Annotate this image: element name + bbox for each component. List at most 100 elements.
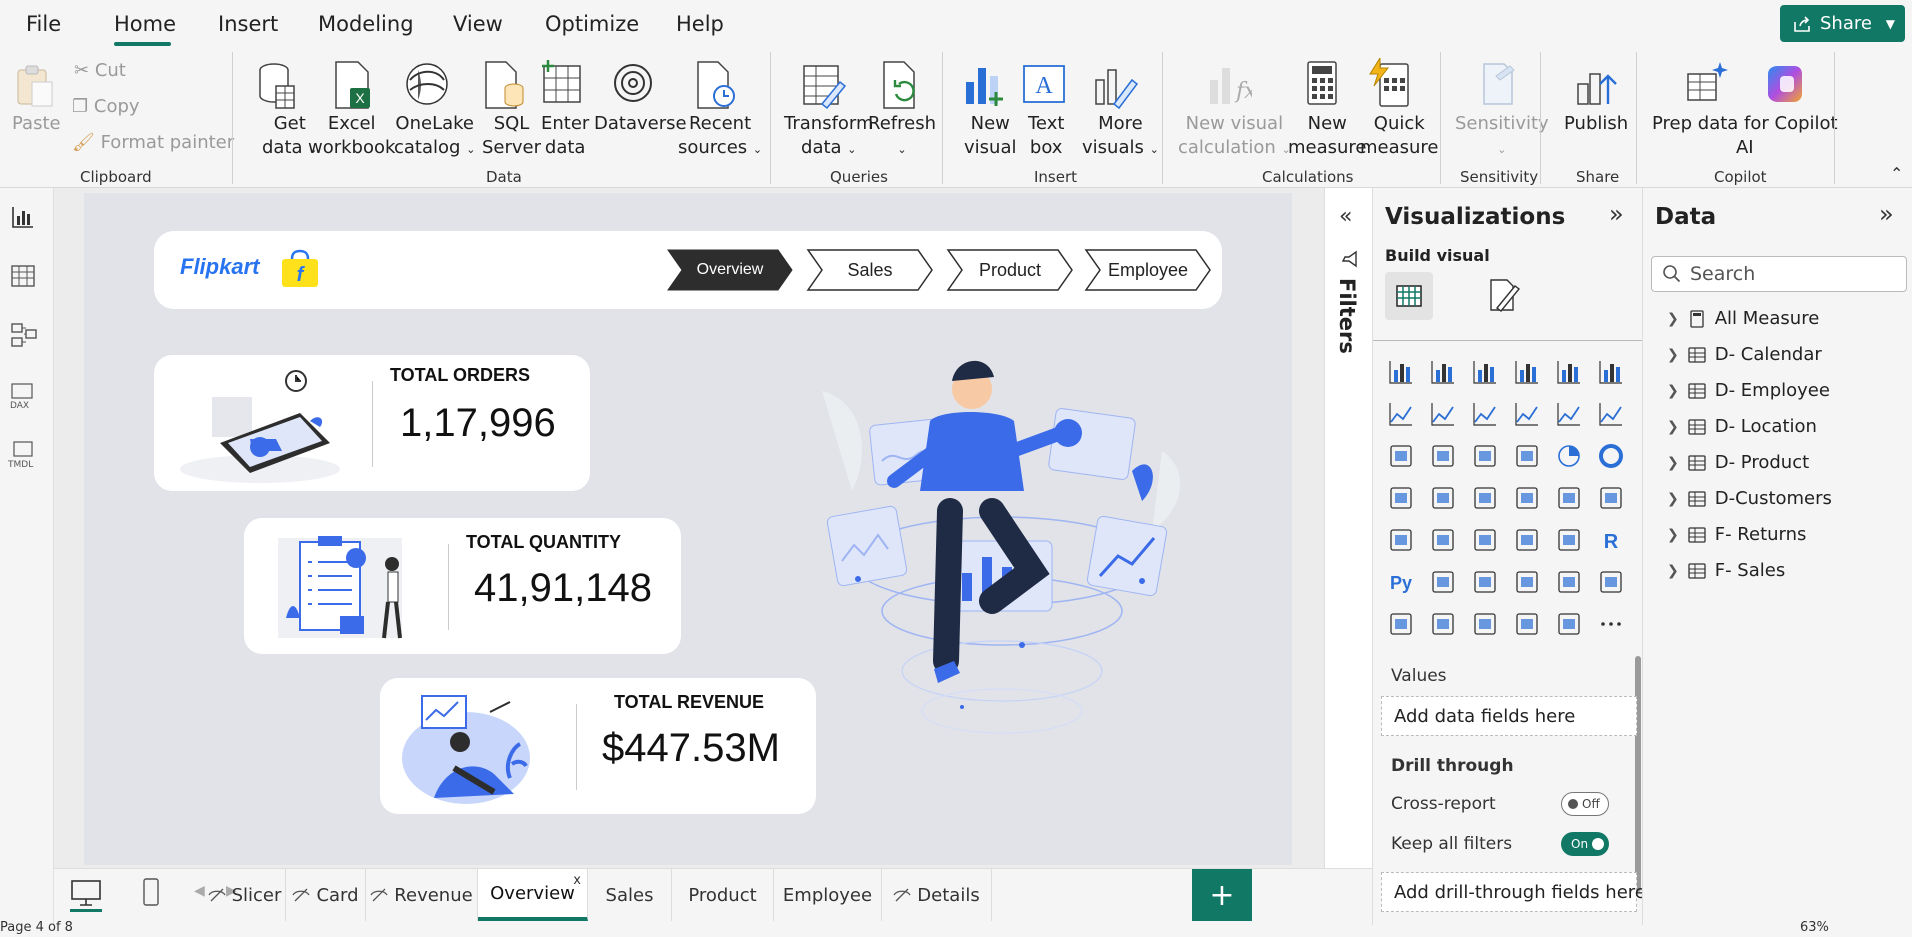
menu-home[interactable]: Home [114,12,176,36]
nav-employee-button[interactable]: Employee [1084,248,1212,292]
page-tab[interactable]: Details [882,869,992,921]
filters-pane-collapsed[interactable]: « Filters [1324,188,1372,868]
menu-modeling[interactable]: Modeling [318,12,414,36]
drill-through-drop-well[interactable]: Add drill-through fields here [1381,872,1646,912]
scatter-icon[interactable] [1513,442,1541,470]
page-tab[interactable]: Card [286,869,366,921]
page-tab[interactable]: Slicer [204,869,286,921]
table-view-icon[interactable] [10,264,36,288]
line-column-icon[interactable] [1555,400,1583,428]
azure-map-icon[interactable] [1513,484,1541,512]
100-area-icon[interactable] [1513,400,1541,428]
add-page-button[interactable]: + [1192,869,1252,921]
data-table-item[interactable]: ❯ D- Calendar [1667,344,1822,365]
button-slicer-icon[interactable] [1471,610,1499,638]
data-table-item[interactable]: ❯ F- Sales [1667,560,1785,581]
funnel-icon[interactable] [1471,442,1499,470]
narrative-icon[interactable] [1555,568,1583,596]
menu-help[interactable]: Help [676,12,724,36]
menu-view[interactable]: View [453,12,503,36]
chevron-right-icon[interactable]: ❯ [1667,527,1679,543]
filled-map-icon[interactable] [1471,484,1499,512]
menu-insert[interactable]: Insert [218,12,278,36]
new-measure-button[interactable]: New measure [1288,112,1367,160]
excel-workbook-button[interactable]: Excel workbook [308,112,395,160]
refresh-button[interactable]: Refresh ⌄ [868,112,936,162]
chevron-right-icon[interactable]: ❯ [1667,455,1679,471]
ribbon-icon[interactable] [1387,442,1415,470]
slicer-icon[interactable] [1471,526,1499,554]
transform-data-button[interactable]: Transform data ⌄ [784,112,874,162]
list-slicer-icon[interactable] [1555,610,1583,638]
100-column-icon[interactable] [1597,358,1625,386]
key-influencers-icon[interactable] [1429,568,1457,596]
page-tab[interactable]: Employee [774,869,882,921]
collapse-pane-icon[interactable]: » [1609,200,1624,228]
page-tab[interactable]: Revenue [366,869,478,921]
cross-report-toggle[interactable]: Off [1561,792,1609,816]
collapse-pane-icon[interactable]: » [1879,200,1894,228]
qa-icon[interactable] [1513,568,1541,596]
pie-icon[interactable] [1555,442,1583,470]
enter-data-button[interactable]: Enter data [541,112,589,160]
area-icon[interactable] [1429,400,1457,428]
format-visual-icon[interactable] [1487,278,1521,314]
prep-data-copilot-button[interactable]: Prep data for Copilot AI [1652,112,1838,160]
clustered-column-icon[interactable] [1513,358,1541,386]
sql-server-button[interactable]: SQL Server [482,112,541,160]
chevron-right-icon[interactable]: ❯ [1667,419,1679,435]
table-icon[interactable] [1513,526,1541,554]
more-icon[interactable] [1597,610,1625,638]
expand-filters-icon[interactable]: « [1339,204,1352,229]
mobile-layout-icon[interactable] [142,877,160,907]
text-slicer-icon[interactable] [1513,610,1541,638]
paste-button[interactable]: Paste [12,112,61,136]
copy-button[interactable]: ❐ Copy [72,96,140,117]
decomposition-tree-icon[interactable] [1471,568,1499,596]
data-table-item[interactable]: ❯ D- Product [1667,452,1809,473]
nav-product-button[interactable]: Product [946,248,1074,292]
line-clustered-icon[interactable] [1597,400,1625,428]
collapse-ribbon-icon[interactable]: ⌃ [1890,164,1903,183]
treemap-icon[interactable] [1387,484,1415,512]
donut-icon[interactable] [1597,442,1625,470]
build-visual-tab[interactable] [1385,272,1433,320]
model-view-icon[interactable] [10,322,38,348]
chevron-right-icon[interactable]: ❯ [1667,347,1679,363]
chevron-down-icon[interactable]: ▼ [1886,17,1895,31]
format-painter-button[interactable]: 🖌 Format painter [72,132,234,153]
tmdl-view-icon[interactable]: TMDL [6,440,40,470]
sensitivity-button[interactable]: Sensitivity ⌄ [1455,112,1549,162]
more-visuals-button[interactable]: More visuals ⌄ [1082,112,1159,162]
data-table-item[interactable]: ❯ All Measure [1667,308,1819,329]
paginated-icon[interactable] [1387,610,1415,638]
new-visual-calculation-button[interactable]: New visual calculation ⌄ [1178,112,1291,162]
stacked-area-icon[interactable] [1471,400,1499,428]
map-icon[interactable] [1429,484,1457,512]
multirow-card-icon[interactable] [1387,526,1415,554]
chevron-right-icon[interactable]: ❯ [1667,383,1679,399]
onelake-catalog-button[interactable]: OneLake catalog ⌄ [394,112,475,162]
python-visual-icon[interactable]: Py [1387,568,1415,596]
new-visual-button[interactable]: New visual [964,112,1016,160]
values-drop-well[interactable]: Add data fields here [1381,696,1637,736]
quick-measure-button[interactable]: Quick measure [1360,112,1439,160]
card-123-icon[interactable] [1597,484,1625,512]
share-button[interactable]: Share ▼ [1780,5,1905,42]
report-page[interactable]: Flipkart f Overview Sales Product Employ… [84,193,1292,865]
nav-sales-button[interactable]: Sales [806,248,934,292]
r-visual-icon[interactable]: R [1597,526,1625,554]
data-table-item[interactable]: ❯ D- Employee [1667,380,1830,401]
page-tab[interactable]: Product [672,869,774,921]
chevron-right-icon[interactable]: ❯ [1667,491,1679,507]
page-tab[interactable]: Overview x [478,869,588,921]
close-icon[interactable]: x [573,873,581,888]
waterfall-icon[interactable] [1429,442,1457,470]
cut-button[interactable]: ✂ Cut [74,60,126,81]
chevron-right-icon[interactable]: ❯ [1667,563,1679,579]
report-view-icon[interactable] [10,204,36,230]
menu-optimize[interactable]: Optimize [545,12,639,36]
clustered-bar-icon[interactable] [1471,358,1499,386]
text-box-button[interactable]: Text box [1028,112,1064,160]
keep-all-filters-toggle[interactable]: On [1561,832,1609,856]
